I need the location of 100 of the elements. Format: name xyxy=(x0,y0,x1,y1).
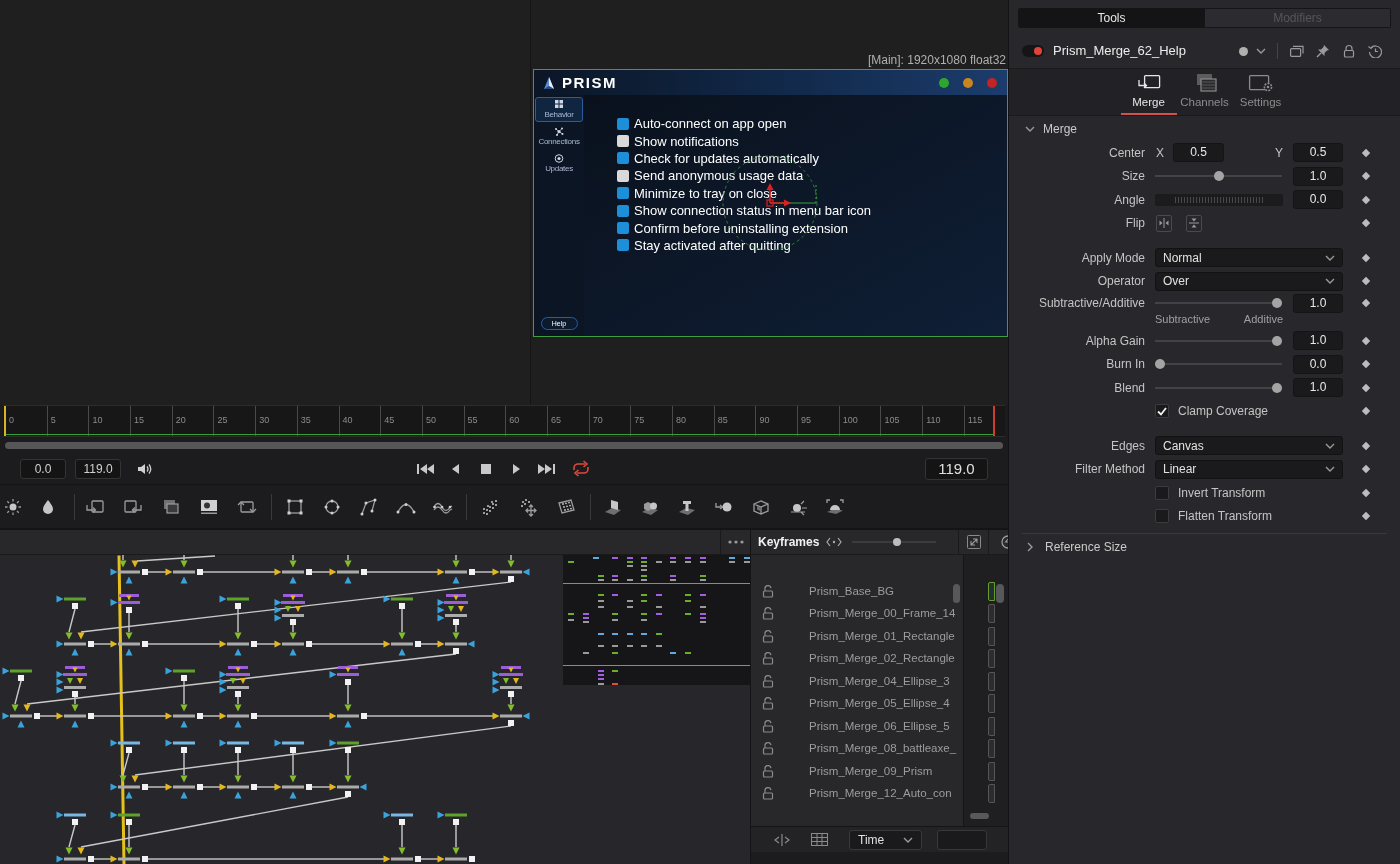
layer-name[interactable]: Prism_Merge_08_battleaxe_ xyxy=(809,740,957,758)
skip-forward-icon[interactable] xyxy=(536,461,556,476)
section-header[interactable]: Reference Size xyxy=(1009,534,1400,559)
source-node[interactable] xyxy=(219,739,249,753)
checkbox[interactable] xyxy=(1155,485,1169,500)
window-control-button[interactable] xyxy=(939,77,949,88)
loop-icon[interactable] xyxy=(571,460,591,477)
merge-node[interactable] xyxy=(383,632,421,656)
checkbox[interactable] xyxy=(617,117,629,130)
tab[interactable]: Channels xyxy=(1176,69,1233,115)
layer-name[interactable]: Prism_Merge_01_Rectangle xyxy=(809,627,955,645)
keyframe-diamond-icon[interactable] xyxy=(1361,487,1371,498)
keyframe-diamond-icon[interactable] xyxy=(1361,171,1371,182)
minimap-drawing[interactable] xyxy=(563,555,750,685)
lock-icon[interactable] xyxy=(762,697,774,711)
merge-node[interactable] xyxy=(165,775,203,799)
checkbox[interactable] xyxy=(617,222,629,235)
keyframe-diamond-icon[interactable] xyxy=(1361,335,1371,346)
source-node[interactable] xyxy=(165,667,195,681)
slider-thumb[interactable] xyxy=(892,538,901,546)
lock-icon[interactable] xyxy=(762,742,774,756)
keyframe-diamond-icon[interactable] xyxy=(1361,464,1371,475)
layer-name[interactable]: Prism_Merge_00_Frame_14 xyxy=(809,605,956,623)
merge-node[interactable] xyxy=(219,775,257,799)
speaker-icon[interactable] xyxy=(137,461,153,476)
merge-node[interactable] xyxy=(165,704,203,728)
dropdown[interactable]: Over xyxy=(1155,271,1343,291)
dropdown[interactable]: Normal xyxy=(1155,248,1343,268)
source-node[interactable] xyxy=(329,666,359,685)
source-node[interactable] xyxy=(2,667,32,681)
merge-node[interactable] xyxy=(219,632,257,656)
source-node[interactable] xyxy=(165,739,195,753)
nav-item[interactable]: Connections xyxy=(535,124,583,149)
start-marker[interactable] xyxy=(4,406,6,436)
table-icon[interactable] xyxy=(811,833,828,846)
merge-node[interactable] xyxy=(110,632,148,656)
merge-node[interactable] xyxy=(437,847,475,863)
dropdown[interactable]: Time xyxy=(849,829,922,850)
zoom-slider[interactable] xyxy=(852,537,937,547)
sun-icon[interactable] xyxy=(3,496,23,517)
keyframe-diamond-icon[interactable] xyxy=(1361,382,1371,393)
merge-node[interactable] xyxy=(110,560,148,584)
merge-node[interactable] xyxy=(110,775,148,799)
dropdown[interactable]: Canvas xyxy=(1155,436,1343,456)
merge-node[interactable] xyxy=(56,847,94,863)
flip-button[interactable] xyxy=(1156,214,1172,232)
source-node[interactable] xyxy=(56,595,86,609)
checkbox[interactable] xyxy=(1155,509,1169,524)
keyframe-diamond-icon[interactable] xyxy=(1361,406,1371,417)
value-field[interactable]: 0.5 xyxy=(1173,143,1224,163)
reset-icon[interactable] xyxy=(1368,44,1382,58)
lock-icon[interactable] xyxy=(762,607,774,621)
window-control-button[interactable] xyxy=(963,77,973,88)
arc-icon[interactable] xyxy=(1000,535,1008,549)
merge-node[interactable] xyxy=(437,632,475,654)
source-node[interactable] xyxy=(274,739,304,753)
scroll-thumb[interactable] xyxy=(953,584,960,603)
slider-thumb[interactable] xyxy=(1272,335,1282,346)
slider-thumb[interactable] xyxy=(1155,359,1165,370)
value-field[interactable]: 0.5 xyxy=(1293,143,1343,163)
lock-icon[interactable] xyxy=(762,719,774,733)
lock-icon[interactable] xyxy=(1342,44,1356,58)
dropdown[interactable]: Linear xyxy=(1155,459,1343,479)
source-node[interactable] xyxy=(110,594,140,613)
end-time-field[interactable]: 119.0 xyxy=(75,458,121,479)
merge-node[interactable] xyxy=(110,847,148,863)
lock-icon[interactable] xyxy=(762,787,774,801)
source-node[interactable] xyxy=(437,594,468,625)
source-node[interactable] xyxy=(56,666,87,697)
checkbox[interactable] xyxy=(617,239,629,252)
value-field[interactable]: 1.0 xyxy=(1293,378,1343,398)
particles-arrows-icon[interactable] xyxy=(518,496,538,517)
layer-name[interactable]: Prism_Merge_05_Ellipse_4 xyxy=(809,695,950,713)
checkbox[interactable] xyxy=(617,169,629,182)
keyframe-diamond-icon[interactable] xyxy=(1361,298,1371,308)
input-field[interactable] xyxy=(937,829,987,850)
value-field[interactable]: 0.0 xyxy=(1293,354,1343,374)
scroll-thumb[interactable] xyxy=(996,584,1004,603)
polygon-icon[interactable] xyxy=(359,496,379,517)
source-node[interactable] xyxy=(329,739,359,753)
merge-node[interactable] xyxy=(329,704,367,728)
windows-icon[interactable] xyxy=(1290,45,1304,57)
source-node[interactable] xyxy=(492,666,523,697)
layer-name[interactable]: Prism_Merge_04_Ellipse_3 xyxy=(809,672,950,690)
merge-node[interactable] xyxy=(56,632,94,656)
merge-node[interactable] xyxy=(492,560,530,582)
scrollbar[interactable] xyxy=(5,441,1003,449)
tab[interactable]: Tools xyxy=(1019,9,1204,27)
lock-icon[interactable] xyxy=(762,652,774,666)
pin-icon[interactable] xyxy=(1316,44,1330,58)
merge-node[interactable] xyxy=(492,704,530,726)
lock-icon[interactable] xyxy=(762,584,774,598)
source-node[interactable] xyxy=(219,666,250,697)
slider-thumb[interactable] xyxy=(1272,382,1282,393)
lock-icon[interactable] xyxy=(762,674,774,688)
tab[interactable]: Merge xyxy=(1120,69,1177,115)
expand-icon[interactable] xyxy=(966,535,981,549)
value-field[interactable]: 1.0 xyxy=(1293,331,1343,351)
left-right-arrows-icon[interactable] xyxy=(826,537,843,547)
section-header[interactable]: Merge xyxy=(1009,116,1400,141)
